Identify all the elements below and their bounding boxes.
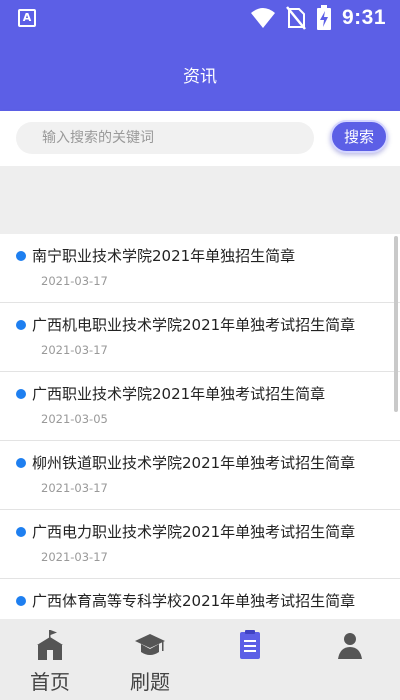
document-list-icon xyxy=(240,630,260,659)
news-title: 广西机电职业技术学院2021年单独考试招生简章 xyxy=(32,316,356,334)
bullet-dot-icon xyxy=(16,527,26,537)
school-building-icon xyxy=(37,630,63,660)
graduation-cap-icon xyxy=(135,634,165,655)
tab-label: 首页 xyxy=(30,670,70,694)
search-input[interactable] xyxy=(16,122,314,154)
search-button[interactable]: 搜索 xyxy=(330,120,388,153)
news-date: 2021-03-17 xyxy=(41,343,108,357)
news-item[interactable]: 广西职业技术学院2021年单独考试招生简章 2021-03-05 xyxy=(0,372,400,441)
app-header: A 9:31 资讯 xyxy=(0,0,400,111)
news-item[interactable]: 广西体育高等专科学校2021年单独考试招生简章 xyxy=(0,579,400,619)
news-date: 2021-03-17 xyxy=(41,550,108,564)
page-title: 资讯 xyxy=(183,67,217,87)
scrollbar[interactable] xyxy=(394,236,398,412)
no-sim-icon xyxy=(286,6,306,30)
news-item[interactable]: 南宁职业技术学院2021年单独招生简章 2021-03-17 xyxy=(0,234,400,303)
news-item[interactable]: 广西机电职业技术学院2021年单独考试招生简章 2021-03-17 xyxy=(0,303,400,372)
tab-profile[interactable] xyxy=(300,619,400,700)
news-title: 南宁职业技术学院2021年单独招生简章 xyxy=(32,247,296,265)
bullet-dot-icon xyxy=(16,596,26,606)
status-time: 9:31 xyxy=(341,6,386,29)
tab-label: 刷题 xyxy=(130,670,170,694)
news-list: 南宁职业技术学院2021年单独招生简章 2021-03-17 广西机电职业技术学… xyxy=(0,234,400,619)
news-title: 广西职业技术学院2021年单独考试招生简章 xyxy=(32,385,326,403)
tab-news[interactable] xyxy=(200,619,300,700)
news-title: 柳州铁道职业技术学院2021年单独考试招生简章 xyxy=(32,454,356,472)
tab-practice[interactable]: 刷题 xyxy=(100,619,200,700)
news-date: 2021-03-17 xyxy=(41,481,108,495)
bullet-dot-icon xyxy=(16,458,26,468)
bottom-tab-bar: 首页 刷题 xyxy=(0,619,400,700)
news-title: 广西电力职业技术学院2021年单独考试招生简章 xyxy=(32,523,356,541)
news-date: 2021-03-05 xyxy=(41,412,108,426)
bullet-dot-icon xyxy=(16,389,26,399)
battery-charging-icon xyxy=(316,5,331,30)
wifi-icon xyxy=(250,8,275,28)
status-app-icon: A xyxy=(18,9,36,27)
news-item[interactable]: 广西电力职业技术学院2021年单独考试招生简章 2021-03-17 xyxy=(0,510,400,579)
news-date: 2021-03-17 xyxy=(41,274,108,288)
user-profile-icon xyxy=(338,633,362,659)
bullet-dot-icon xyxy=(16,251,26,261)
banner-placeholder xyxy=(0,166,400,234)
status-bar: A 9:31 xyxy=(0,0,400,36)
bullet-dot-icon xyxy=(16,320,26,330)
news-item[interactable]: 柳州铁道职业技术学院2021年单独考试招生简章 2021-03-17 xyxy=(0,441,400,510)
tab-home[interactable]: 首页 xyxy=(0,619,100,700)
news-title: 广西体育高等专科学校2021年单独考试招生简章 xyxy=(32,592,356,610)
status-icons: 9:31 xyxy=(250,4,386,32)
